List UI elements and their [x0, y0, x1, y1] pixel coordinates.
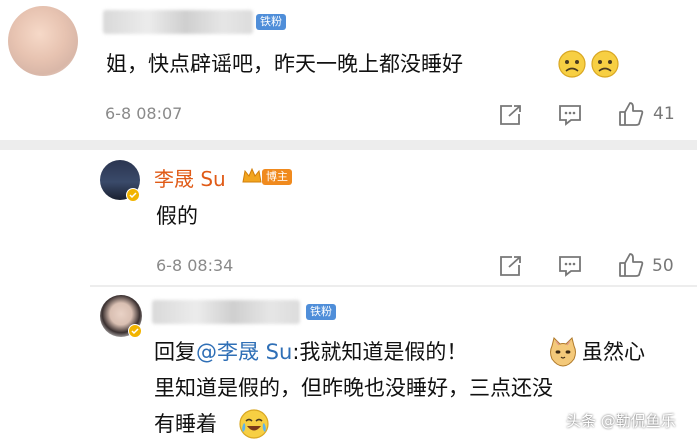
like-count: 50 — [652, 256, 674, 276]
like-count: 41 — [653, 104, 675, 124]
sad-face-emoji — [558, 50, 619, 78]
share-icon[interactable] — [498, 103, 524, 127]
like-icon[interactable] — [617, 100, 645, 128]
reply-line-3: 有睡着 — [154, 412, 217, 436]
username-blurred[interactable] — [152, 300, 300, 324]
comment-icon[interactable] — [557, 103, 583, 127]
username[interactable]: 李晟 Su — [154, 163, 226, 192]
crying-laughing-emoji — [239, 409, 269, 439]
reply-prefix: 回复 — [154, 340, 196, 364]
comment-icon[interactable] — [557, 254, 583, 278]
crown-icon — [242, 167, 262, 183]
fan-badge: 铁粉 — [256, 14, 286, 30]
like-icon[interactable] — [617, 251, 645, 279]
comment-text: 假的 — [156, 204, 198, 228]
blogger-badge: 博主 — [262, 169, 292, 185]
reply-text: :我就知道是假的！ — [292, 340, 468, 364]
verified-badge-icon — [128, 324, 142, 338]
comment-time: 6-8 08:07 — [105, 104, 183, 123]
watermark: 头条 @勒侃鱼乐 — [566, 412, 676, 430]
reply-line-2: 里知道是假的，但昨晚也没睡好，三点还没 — [154, 376, 553, 400]
avatar[interactable] — [8, 6, 78, 76]
comment-time: 6-8 08:34 — [156, 256, 234, 275]
mention-link[interactable]: @李晟 Su — [196, 340, 292, 364]
comment-text: 姐，快点辟谣吧，昨天一晚上都没睡好 — [106, 52, 463, 76]
divider — [90, 285, 697, 287]
share-icon[interactable] — [498, 254, 524, 278]
reply-line-1-end: 虽然心 — [582, 340, 645, 364]
divider — [0, 140, 697, 150]
reply-line-1: 回复@李晟 Su:我就知道是假的！ — [154, 338, 467, 366]
verified-badge-icon — [126, 188, 140, 202]
cat-emoji — [550, 337, 576, 367]
fan-badge: 铁粉 — [306, 304, 336, 320]
username-blurred[interactable] — [103, 10, 253, 34]
